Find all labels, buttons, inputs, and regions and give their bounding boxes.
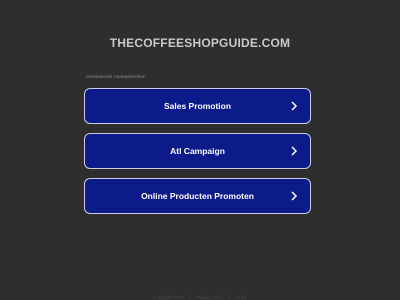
chevron-right-icon bbox=[291, 101, 298, 111]
chevron-right-icon bbox=[291, 146, 298, 156]
parked-domain-page: THECOFFEESHOPGUIDE.COM Gerelateerde zoek… bbox=[0, 0, 400, 300]
related-searches-list: Sales Promotion Atl Campaign Online Prod… bbox=[84, 88, 311, 223]
search-button-label: Atl Campaign bbox=[170, 146, 225, 156]
footer: Copyright 2023 | Privacy Policy | Legal bbox=[0, 295, 400, 300]
search-button-sales-promotion[interactable]: Sales Promotion bbox=[84, 88, 311, 124]
site-title: THECOFFEESHOPGUIDE.COM bbox=[109, 36, 291, 50]
footer-separator: | bbox=[229, 295, 231, 300]
search-button-online-producten-promoten[interactable]: Online Producten Promoten bbox=[84, 178, 311, 214]
related-searches-label: Gerelateerde zoekopdrachten bbox=[86, 74, 146, 79]
footer-copyright: Copyright 2023 bbox=[153, 295, 185, 300]
chevron-right-icon bbox=[291, 191, 298, 201]
search-button-label: Online Producten Promoten bbox=[141, 191, 254, 201]
footer-legal-link[interactable]: Legal bbox=[235, 295, 246, 300]
search-button-atl-campaign[interactable]: Atl Campaign bbox=[84, 133, 311, 169]
footer-privacy-link[interactable]: Privacy Policy bbox=[196, 295, 224, 300]
search-button-label: Sales Promotion bbox=[163, 101, 232, 111]
footer-separator: | bbox=[189, 295, 191, 300]
